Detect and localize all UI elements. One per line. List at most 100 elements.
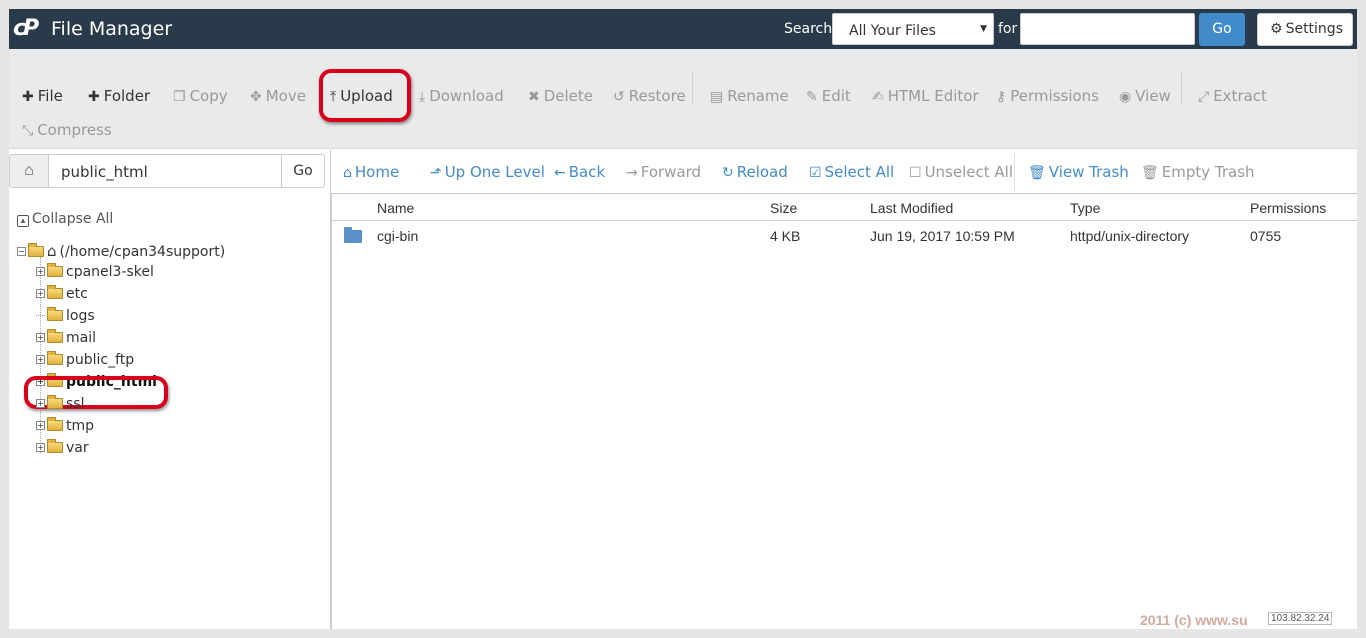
- row-permissions: 0755: [1250, 228, 1282, 244]
- row-size: 4 KB: [770, 228, 801, 244]
- path-go-button[interactable]: Go: [281, 154, 325, 188]
- arrow-left-icon: ←: [554, 165, 566, 181]
- settings-button[interactable]: ⚙ Settings: [1257, 13, 1353, 46]
- upload-highlight-annotation: [319, 69, 411, 122]
- directory-tree-pane: ⌂ public_html Go ▴ Collapse All − ⌂ (/home/…: [9, 150, 331, 629]
- edit-label: Edit: [821, 87, 851, 105]
- nav-empty-trash-label: Empty Trash: [1161, 163, 1255, 181]
- extract-label: Extract: [1213, 87, 1267, 105]
- tree-item-label: logs: [66, 308, 95, 324]
- nav-forward-button[interactable]: → Forward: [626, 163, 701, 181]
- tree-item-public-ftp[interactable]: + public_ftp: [36, 351, 134, 368]
- nav-select-all-button[interactable]: ☑ Select All: [809, 163, 894, 181]
- compress-button[interactable]: ⤡ Compress: [22, 121, 112, 139]
- cpanel-logo-icon: cP: [13, 16, 39, 41]
- path-input[interactable]: public_html: [48, 154, 282, 188]
- column-header-last-modified[interactable]: Last Modified: [870, 200, 953, 216]
- nav-up-one-level-button[interactable]: ⬏ Up One Level: [430, 163, 545, 181]
- close-icon: ✖: [528, 89, 540, 105]
- tree-root-label: (/home/cpan34support): [59, 244, 226, 260]
- app-title: File Manager: [51, 18, 173, 40]
- nav-empty-trash-button[interactable]: 🗑 Empty Trash: [1141, 163, 1255, 181]
- expand-toggle-icon[interactable]: +: [36, 267, 45, 276]
- tree-item-label: ssl: [66, 396, 85, 412]
- watermark: 2011 (c) www.su: [1140, 612, 1248, 628]
- new-file-button[interactable]: ✚ File: [22, 87, 63, 105]
- collapse-all-label: Collapse All: [32, 211, 114, 227]
- expand-toggle-icon[interactable]: +: [36, 443, 45, 452]
- level-up-icon: ⬏: [430, 165, 442, 181]
- tree-root[interactable]: − ⌂ (/home/cpan34support): [17, 242, 225, 260]
- nav-view-trash-button[interactable]: 🗑 View Trash: [1028, 163, 1129, 181]
- nav-back-label: Back: [568, 163, 606, 181]
- nav-home-label: Home: [354, 163, 400, 181]
- view-button[interactable]: ◉ View: [1119, 87, 1171, 105]
- tree-item-logs[interactable]: logs: [36, 307, 95, 324]
- expand-icon: ⤢: [1198, 89, 1210, 105]
- new-folder-button[interactable]: ✚ Folder: [88, 87, 150, 105]
- row-modified: Jun 19, 2017 10:59 PM: [870, 228, 1015, 244]
- column-header-permissions[interactable]: Permissions: [1250, 200, 1326, 216]
- column-header-type[interactable]: Type: [1070, 200, 1100, 216]
- restore-button[interactable]: ↺ Restore: [613, 87, 686, 105]
- expand-toggle-icon[interactable]: +: [36, 399, 45, 408]
- rename-button[interactable]: ▤ Rename: [710, 87, 789, 105]
- folder-icon: [47, 395, 63, 409]
- settings-label: Settings: [1285, 21, 1343, 37]
- collapse-icon: ▴: [17, 215, 29, 227]
- plus-icon: ✚: [88, 89, 100, 105]
- expand-toggle-icon[interactable]: +: [36, 333, 45, 342]
- expand-toggle-icon[interactable]: +: [36, 355, 45, 364]
- permissions-button[interactable]: ⚷ Permissions: [996, 87, 1099, 105]
- tree-item-mail[interactable]: + mail: [36, 329, 96, 346]
- compress-icon: ⤡: [22, 123, 34, 139]
- nav-reload-button[interactable]: ↻ Reload: [722, 163, 788, 181]
- checkbox-empty-icon: ☐: [909, 165, 922, 181]
- nav-back-button[interactable]: ← Back: [554, 163, 605, 181]
- column-header-name[interactable]: Name: [377, 200, 414, 216]
- tree-item-tmp[interactable]: + tmp: [36, 417, 94, 434]
- row-name[interactable]: cgi-bin: [377, 228, 418, 244]
- folder-icon: [47, 285, 63, 299]
- plus-icon: ✚: [22, 89, 34, 105]
- search-input[interactable]: [1020, 13, 1195, 45]
- download-button[interactable]: ⤓ Download: [419, 87, 504, 105]
- move-icon: ✥: [250, 89, 262, 105]
- delete-button[interactable]: ✖ Delete: [528, 87, 593, 105]
- collapse-toggle-icon[interactable]: −: [17, 247, 26, 256]
- nav-unselect-all-button[interactable]: ☐ Unselect All: [909, 163, 1013, 181]
- copy-button[interactable]: ❐ Copy: [173, 87, 228, 105]
- trash-icon: 🗑: [1028, 165, 1046, 181]
- expand-toggle-icon[interactable]: +: [36, 289, 45, 298]
- html-editor-button[interactable]: ✍ HTML Editor: [872, 87, 979, 105]
- column-header-size[interactable]: Size: [770, 200, 797, 216]
- tree-item-etc[interactable]: + etc: [36, 285, 88, 302]
- toolbar-divider: [692, 71, 693, 105]
- nav-forward-label: Forward: [640, 163, 702, 181]
- tree-item-cpanel3-skel[interactable]: + cpanel3-skel: [36, 263, 154, 280]
- download-label: Download: [429, 87, 504, 105]
- caret-down-icon: ▼: [980, 24, 987, 34]
- nav-home-button[interactable]: ⌂ Home: [343, 163, 399, 181]
- home-icon[interactable]: ⌂: [9, 154, 49, 188]
- folder-icon: [47, 307, 63, 321]
- ip-address-badge: 103.82.32.24: [1268, 612, 1333, 625]
- search-scope-value: All Your Files: [849, 23, 936, 39]
- home-icon: ⌂: [47, 242, 57, 260]
- tree-item-ssl[interactable]: + ssl: [36, 395, 85, 412]
- folder-icon: [344, 227, 362, 243]
- move-button[interactable]: ✥ Move: [250, 87, 306, 105]
- for-label: for: [998, 21, 1018, 37]
- collapse-all-link[interactable]: ▴ Collapse All: [17, 211, 113, 227]
- new-folder-label: Folder: [103, 87, 151, 105]
- tree-item-var[interactable]: + var: [36, 439, 89, 456]
- edit-button[interactable]: ✎ Edit: [806, 87, 851, 105]
- search-go-button[interactable]: Go: [1199, 13, 1245, 46]
- restore-label: Restore: [628, 87, 686, 105]
- new-file-label: File: [37, 87, 63, 105]
- expand-toggle-icon[interactable]: +: [36, 421, 45, 430]
- view-label: View: [1135, 87, 1171, 105]
- trash-icon: 🗑: [1141, 165, 1159, 181]
- extract-button[interactable]: ⤢ Extract: [1198, 87, 1267, 105]
- search-scope-select[interactable]: All Your Files ▼: [832, 13, 994, 45]
